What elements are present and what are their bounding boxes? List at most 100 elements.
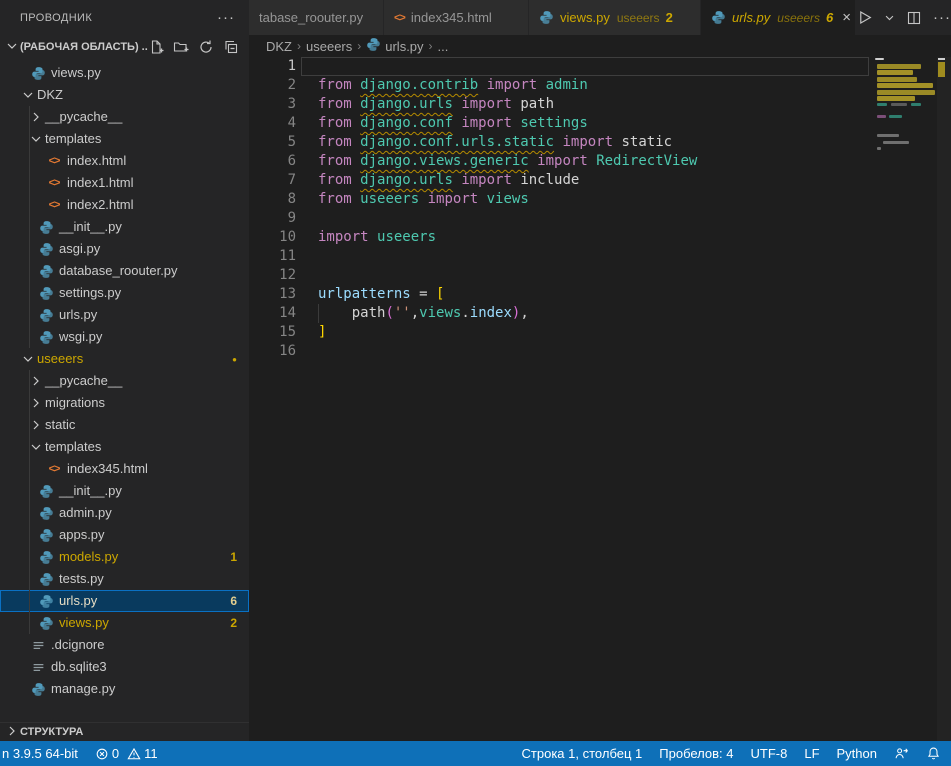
breadcrumb-label: useeers: [306, 39, 352, 54]
tab-urls-py[interactable]: urls.pyuseeers6×: [701, 0, 856, 35]
outline-section-header[interactable]: СТРУКТУРА: [0, 722, 249, 741]
collapse-folders-icon[interactable]: [223, 39, 239, 55]
tab-views-py[interactable]: views.pyuseeers2: [529, 0, 701, 35]
line-number: 11: [249, 247, 296, 266]
tree-item-database-roouter-py[interactable]: database_roouter.py: [0, 260, 249, 282]
tree-item-urls-py[interactable]: urls.py6: [0, 590, 249, 612]
cursor-position-status[interactable]: Строка 1, столбец 1: [522, 746, 643, 761]
code-text: [296, 57, 318, 76]
chevron-right-icon: [28, 417, 44, 433]
code-line-10[interactable]: 10import useeers: [249, 228, 951, 247]
code-line-3[interactable]: 3from django.urls import path: [249, 95, 951, 114]
notifications-bell-icon[interactable]: [926, 746, 941, 761]
tree-item--pycache-[interactable]: __pycache__: [0, 106, 249, 128]
tab-description: useeers: [777, 11, 820, 25]
chevron-down-icon: [28, 439, 44, 455]
new-file-icon[interactable]: [148, 39, 164, 55]
code-line-2[interactable]: 2from django.contrib import admin: [249, 76, 951, 95]
tree-item-index345-html[interactable]: <>index345.html: [0, 458, 249, 480]
code-line-9[interactable]: 9: [249, 209, 951, 228]
tree-item-manage-py[interactable]: manage.py: [0, 678, 249, 700]
breadcrumb-item--[interactable]: ...: [438, 39, 449, 54]
code-line-14[interactable]: 14 path('',views.index),: [249, 304, 951, 323]
tree-item-static[interactable]: static: [0, 414, 249, 436]
split-editor-icon[interactable]: [906, 10, 922, 26]
tab-index345-html[interactable]: <>index345.html: [384, 0, 529, 35]
tree-item-migrations[interactable]: migrations: [0, 392, 249, 414]
code-line-1[interactable]: 1: [249, 57, 951, 76]
code-text: from django.urls import path: [296, 95, 554, 114]
more-actions-icon[interactable]: ···: [933, 9, 951, 26]
tree-item-tests-py[interactable]: tests.py: [0, 568, 249, 590]
code-line-13[interactable]: 13urlpatterns = [: [249, 285, 951, 304]
code-line-15[interactable]: 15]: [249, 323, 951, 342]
tree-item-dkz[interactable]: DKZ: [0, 84, 249, 106]
code-editor[interactable]: 12from django.contrib import admin3from …: [249, 57, 951, 741]
tree-item-urls-py[interactable]: urls.py: [0, 304, 249, 326]
tree-item-label: urls.py: [59, 307, 97, 322]
tree-item-label: migrations: [45, 395, 105, 410]
tree-item-label: urls.py: [59, 593, 97, 608]
tree-item-admin-py[interactable]: admin.py: [0, 502, 249, 524]
run-dropdown-chevron-icon[interactable]: [884, 12, 895, 23]
new-folder-icon[interactable]: [173, 39, 189, 55]
tab-tabase-roouter-py[interactable]: tabase_roouter.py: [249, 0, 384, 35]
run-python-file-icon[interactable]: [856, 9, 873, 26]
tree-item--pycache-[interactable]: __pycache__: [0, 370, 249, 392]
breadcrumb-item-useeers[interactable]: useeers: [306, 39, 352, 54]
refresh-icon[interactable]: [198, 39, 214, 55]
python-interpreter-status[interactable]: n 3.9.5 64-bit: [2, 746, 78, 761]
tree-item-settings-py[interactable]: settings.py: [0, 282, 249, 304]
tree-item-views-py[interactable]: views.py: [0, 62, 249, 84]
tree-item-label: static: [45, 417, 75, 432]
python-file-icon: [38, 329, 54, 345]
tree-item--dcignore[interactable]: .dcignore: [0, 634, 249, 656]
feedback-icon[interactable]: [894, 746, 909, 761]
indentation-status[interactable]: Пробелов: 4: [659, 746, 733, 761]
tab-problems-badge: 6: [826, 10, 833, 25]
code-line-8[interactable]: 8from useeers import views: [249, 190, 951, 209]
tree-item-templates[interactable]: templates: [0, 128, 249, 150]
close-tab-icon[interactable]: ×: [842, 10, 851, 25]
code-line-7[interactable]: 7from django.urls import include: [249, 171, 951, 190]
tree-item-db-sqlite3[interactable]: db.sqlite3: [0, 656, 249, 678]
tree-item-label: useeers: [37, 351, 83, 366]
python-file-icon: [30, 681, 46, 697]
python-file-icon: [38, 527, 54, 543]
generic-file-icon: [30, 659, 46, 675]
tree-item-models-py[interactable]: models.py1: [0, 546, 249, 568]
tree-item-index1-html[interactable]: <>index1.html: [0, 172, 249, 194]
tree-item--init-py[interactable]: __init__.py: [0, 216, 249, 238]
eol-status[interactable]: LF: [804, 746, 819, 761]
chevron-right-icon: [28, 395, 44, 411]
code-line-4[interactable]: 4from django.conf import settings: [249, 114, 951, 133]
explorer-more-actions-icon[interactable]: ···: [217, 9, 235, 26]
tree-item-wsgi-py[interactable]: wsgi.py: [0, 326, 249, 348]
tree-item-asgi-py[interactable]: asgi.py: [0, 238, 249, 260]
tree-item-apps-py[interactable]: apps.py: [0, 524, 249, 546]
breadcrumb-item-urls-py[interactable]: urls.py: [366, 37, 423, 55]
tab-label: views.py: [560, 10, 610, 25]
code-line-5[interactable]: 5from django.conf.urls.static import sta…: [249, 133, 951, 152]
chevron-down-icon: [4, 38, 20, 57]
error-icon: [95, 747, 109, 761]
tree-item-views-py[interactable]: views.py2: [0, 612, 249, 634]
breadcrumb-item-dkz[interactable]: DKZ: [266, 39, 292, 54]
tree-item-index2-html[interactable]: <>index2.html: [0, 194, 249, 216]
line-number: 9: [249, 209, 296, 228]
encoding-status[interactable]: UTF-8: [751, 746, 788, 761]
tab-description: useeers: [617, 11, 660, 25]
code-line-6[interactable]: 6from django.views.generic import Redire…: [249, 152, 951, 171]
tree-item-useeers[interactable]: useeers●: [0, 348, 249, 370]
tree-item-templates[interactable]: templates: [0, 436, 249, 458]
minimap[interactable]: [871, 57, 937, 177]
tree-item-index-html[interactable]: <>index.html: [0, 150, 249, 172]
code-line-12[interactable]: 12: [249, 266, 951, 285]
workspace-section-header[interactable]: (РАБОЧАЯ ОБЛАСТЬ) ...: [0, 35, 249, 59]
html-file-icon: <>: [46, 461, 62, 477]
problems-status[interactable]: 0 11: [90, 746, 158, 761]
code-line-11[interactable]: 11: [249, 247, 951, 266]
language-mode-status[interactable]: Python: [837, 746, 877, 761]
tree-item--init-py[interactable]: __init__.py: [0, 480, 249, 502]
code-line-16[interactable]: 16: [249, 342, 951, 361]
